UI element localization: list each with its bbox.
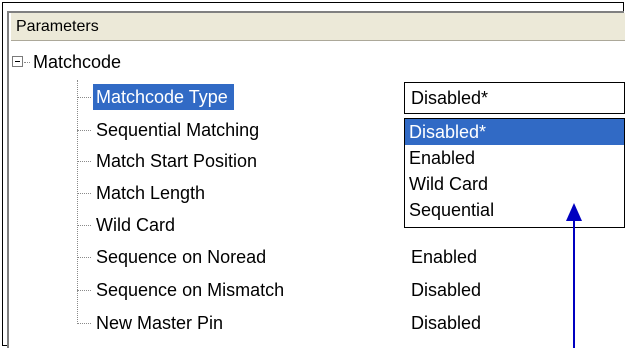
tree-line [77,193,91,194]
tree-item-wild-card[interactable]: Wild Card [96,210,175,240]
matchcode-type-combobox[interactable]: Disabled* [404,82,625,114]
dropdown-option-enabled[interactable]: Enabled [405,145,624,171]
dropdown-option-disabled[interactable]: Disabled* [405,119,624,145]
tree-line-vertical [77,80,78,324]
tree-item-match-length[interactable]: Match Length [96,178,205,208]
matchcode-type-dropdown-list[interactable]: Disabled* Enabled Wild Card Sequential [404,118,625,228]
tree-line [77,97,91,98]
dropdown-option-wild-card[interactable]: Wild Card [405,171,624,197]
tree-item-matchcode-type[interactable]: Matchcode Type [93,84,234,110]
value-sequence-on-mismatch[interactable]: Disabled [411,275,481,305]
dropdown-option-sequential[interactable]: Sequential [405,197,624,223]
tree-root-matchcode[interactable]: Matchcode [33,47,121,77]
tree-item-sequential-matching[interactable]: Sequential Matching [96,115,259,145]
tree-line [77,290,91,291]
tree-line [77,257,91,258]
value-sequence-on-noread[interactable]: Enabled [411,242,477,272]
collapse-toggle-icon[interactable] [12,56,23,67]
annotation-arrow-up-icon [566,203,582,221]
tree-item-new-master-pin[interactable]: New Master Pin [96,308,223,338]
tree-item-sequence-on-noread[interactable]: Sequence on Noread [96,242,266,272]
panel-header: Parameters [11,13,625,41]
tree-line [77,225,91,226]
tree-line [77,161,91,162]
annotation-arrow-shaft [573,218,575,348]
tree-line [77,323,91,324]
value-new-master-pin[interactable]: Disabled [411,308,481,338]
tree-line [24,62,30,63]
tree-line [77,130,91,131]
tree-item-sequence-on-mismatch[interactable]: Sequence on Mismatch [96,275,284,305]
tree-item-match-start-position[interactable]: Match Start Position [96,146,257,176]
